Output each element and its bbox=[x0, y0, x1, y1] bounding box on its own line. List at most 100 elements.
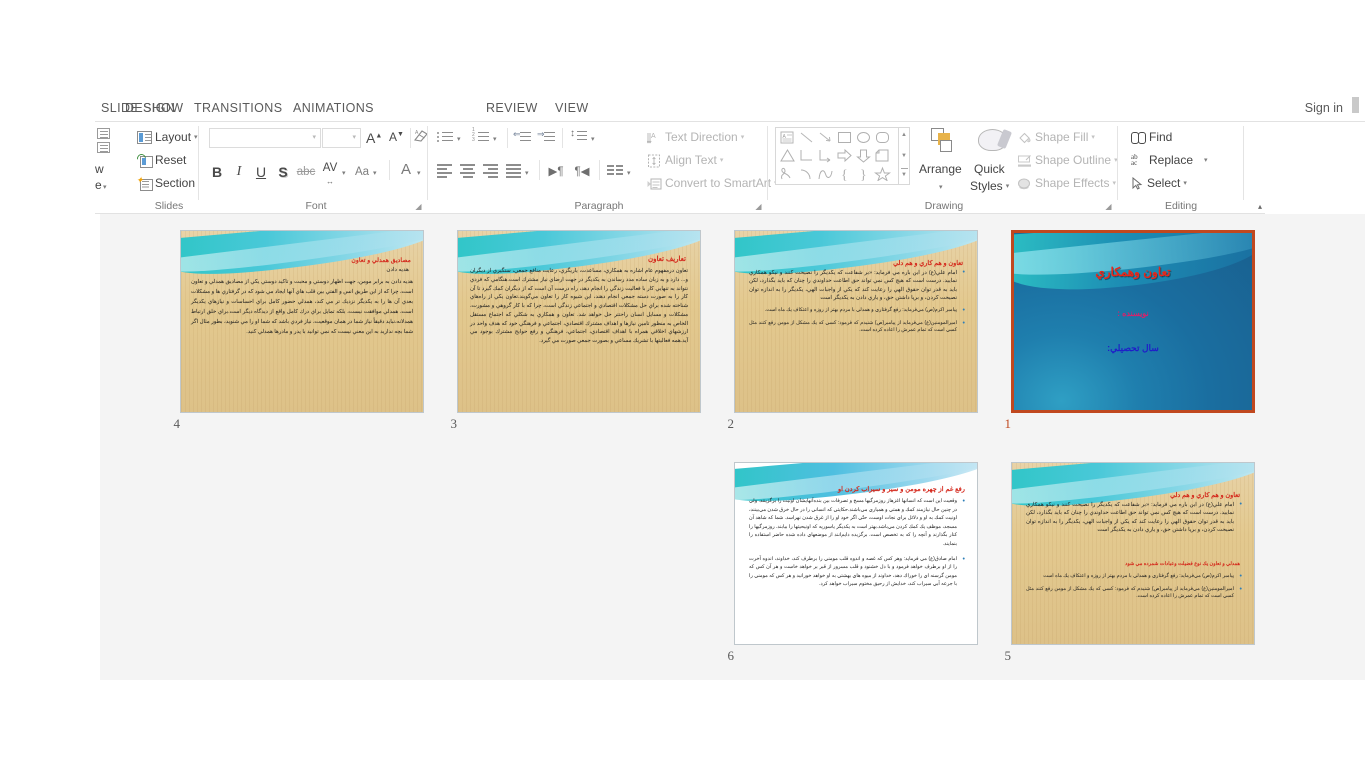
window-control-marker bbox=[1352, 97, 1359, 113]
justify-button[interactable] bbox=[506, 162, 522, 178]
elbow-connector-shape[interactable] bbox=[798, 148, 815, 163]
arc-shape[interactable] bbox=[798, 166, 815, 181]
arrange-button[interactable]: Arrange bbox=[919, 160, 962, 179]
slide-bullets-2: امام علي(ع) در اين باره مي فرمايد: «بر ش… bbox=[749, 268, 965, 338]
italic-button[interactable]: I bbox=[231, 162, 247, 182]
text-shadow-button[interactable]: S bbox=[275, 162, 291, 182]
font-size-combo[interactable]: ▾ bbox=[322, 128, 361, 148]
ltr-direction-button[interactable]: ▶¶ bbox=[545, 162, 567, 182]
shape-outline-button[interactable]: Shape Outline ▾ bbox=[1017, 151, 1118, 170]
align-right-button[interactable] bbox=[483, 162, 499, 178]
strikethrough-button[interactable]: abc bbox=[295, 162, 317, 182]
chevron-down-icon: ▾ bbox=[1091, 134, 1095, 141]
increase-indent-button[interactable]: ⇒ bbox=[537, 130, 555, 144]
slide-canvas-1[interactable]: تعاون وهمكاري نويسنده : سال تحصيلي: bbox=[1011, 230, 1255, 413]
down-arrow-shape[interactable] bbox=[855, 148, 872, 163]
align-text-button[interactable]: Align Text ▾ bbox=[647, 151, 723, 170]
triangle-shape[interactable] bbox=[779, 148, 796, 163]
new-slide-label-clipped: w bbox=[95, 162, 104, 176]
underline-button[interactable]: U bbox=[253, 162, 269, 182]
scroll-down-icon[interactable]: ▼ bbox=[901, 153, 907, 159]
flowchart-document-shape[interactable] bbox=[874, 148, 891, 163]
shape-outline-label: Shape Outline bbox=[1035, 153, 1112, 167]
more-shapes-icon[interactable]: ▼ bbox=[901, 172, 907, 178]
slide-year-label-1: سال تحصيلي: bbox=[1107, 343, 1159, 353]
align-left-button[interactable] bbox=[437, 162, 453, 178]
chevron-down-icon: ▾ bbox=[373, 170, 377, 177]
tab-view[interactable]: VIEW bbox=[549, 96, 595, 122]
paragraph-dialog-launcher[interactable]: ◢ bbox=[754, 202, 763, 211]
text-direction-label: Text Direction bbox=[665, 130, 738, 144]
oval-shape[interactable] bbox=[855, 130, 872, 145]
tab-animations[interactable]: ANIMATIONS bbox=[287, 96, 380, 122]
shape-fill-button[interactable]: Shape Fill ▾ bbox=[1017, 128, 1095, 147]
tab-slide-show[interactable]: SLIDE SHOW bbox=[95, 96, 190, 122]
find-button[interactable]: Find bbox=[1131, 128, 1172, 147]
sign-in-button[interactable]: Sign in bbox=[1305, 96, 1343, 122]
font-name-combo[interactable]: ▾ bbox=[209, 128, 321, 148]
convert-to-smartart-button[interactable]: Convert to SmartArt ▾ bbox=[647, 174, 778, 193]
columns-button[interactable] bbox=[607, 164, 623, 178]
paragraph-group-label: Paragraph bbox=[574, 200, 624, 212]
clipboard-group-clipped[interactable]: w e ▾ bbox=[95, 122, 113, 214]
drawing-dialog-launcher[interactable]: ◢ bbox=[1104, 202, 1113, 211]
curve-shape[interactable] bbox=[817, 166, 834, 181]
font-color-button[interactable]: A bbox=[397, 160, 415, 180]
reset-button[interactable]: Reset bbox=[135, 151, 187, 170]
shapes-gallery-scrollbar[interactable]: ▲ ▼ ▼ bbox=[898, 128, 909, 184]
elbow-arrow-connector-shape[interactable] bbox=[817, 148, 834, 163]
numbering-button[interactable]: 123 bbox=[472, 128, 489, 144]
text-box-shape[interactable]: A bbox=[779, 130, 796, 145]
slide-canvas-4[interactable]: مصاديق همدلي و تعاون هديه دادن هديه دادن… bbox=[180, 230, 424, 413]
reset-label: Reset bbox=[155, 153, 187, 167]
ribbon-group-font: ▾ ▾ A▲ A▼ A B I U S abc AV ↔ ▾ Aa ▾ A ▾ … bbox=[203, 122, 429, 214]
bold-button[interactable]: B bbox=[209, 162, 225, 182]
slide-canvas-3[interactable]: تعاريف تعاون تعاون درمفهوم عام اشاره به … bbox=[457, 230, 701, 413]
list-item: وقعيت اين است كه انسانها اغزهاز روزمرگيه… bbox=[749, 496, 965, 549]
smartart-icon bbox=[647, 177, 662, 191]
chevron-down-icon: ▾ bbox=[1005, 183, 1010, 190]
rounded-rectangle-shape[interactable] bbox=[874, 130, 891, 145]
slide-canvas-5[interactable]: تعاون و هم كاري و هم دلي امام علي(ع) در … bbox=[1011, 462, 1255, 645]
font-dialog-launcher[interactable]: ◢ bbox=[414, 202, 423, 211]
align-center-button[interactable] bbox=[460, 162, 476, 178]
scroll-up-icon[interactable]: ▲ bbox=[901, 132, 907, 138]
slide-canvas-6[interactable]: رفع غم از چهره مومن و سير و سيراب كردن ا… bbox=[734, 462, 978, 645]
chevron-down-icon: ▾ bbox=[591, 136, 595, 143]
layout-button[interactable]: Layout ▾ bbox=[137, 128, 198, 147]
shape-effects-button[interactable]: Shape Effects ▾ bbox=[1017, 174, 1116, 193]
align-text-label: Align Text bbox=[665, 153, 717, 167]
select-button[interactable]: Select ▾ bbox=[1131, 174, 1187, 193]
slide-canvas-2[interactable]: تعاون و هم كاري و هم دلي امام علي(ع) در … bbox=[734, 230, 978, 413]
bullets-button[interactable] bbox=[437, 130, 453, 144]
section-button[interactable]: ✦ Section bbox=[136, 174, 195, 193]
list-item: اميرالمومنين(ع) مي‌فرمايد از پيامبر(ص) ش… bbox=[749, 319, 965, 335]
change-case-button[interactable]: Aa bbox=[352, 162, 372, 182]
quick-styles-button-line2[interactable]: Styles ▾ bbox=[970, 177, 1009, 196]
slide-bullets-5-second: پيامبر اكرم(ص) مي‌فرمايد: رفع گرفتاري و … bbox=[1026, 572, 1242, 604]
line-spacing-button[interactable]: ↕ bbox=[570, 128, 587, 144]
right-arrow-shape[interactable] bbox=[836, 148, 853, 163]
tab-review[interactable]: REVIEW bbox=[480, 96, 544, 122]
increase-font-size-button[interactable]: A▲ bbox=[366, 130, 382, 146]
text-direction-button[interactable]: A Text Direction ▾ bbox=[646, 128, 744, 147]
arrow-line-shape[interactable] bbox=[817, 130, 834, 145]
character-spacing-button[interactable]: AV ↔ bbox=[319, 158, 341, 186]
shapes-gallery[interactable]: A {} ▲ ▼ ▼ bbox=[775, 127, 910, 185]
tab-transitions[interactable]: TRANSITIONS bbox=[188, 96, 288, 122]
line-shape[interactable] bbox=[798, 130, 815, 145]
rtl-direction-button[interactable]: ¶◀ bbox=[571, 162, 593, 182]
chevron-down-icon: ▾ bbox=[939, 184, 943, 191]
replace-button[interactable]: ab ac Replace ▾ bbox=[1131, 151, 1208, 170]
ribbon-tab-bar: DESIGN TRANSITIONS ANIMATIONS SLIDE SHOW… bbox=[95, 96, 1365, 122]
scribble-shape[interactable] bbox=[779, 166, 796, 181]
chevron-down-icon: ▾ bbox=[493, 136, 497, 143]
right-brace-shape[interactable]: } bbox=[855, 166, 872, 183]
left-brace-shape[interactable]: { bbox=[836, 166, 853, 183]
decrease-font-size-button[interactable]: A▼ bbox=[389, 130, 404, 144]
decrease-indent-button[interactable]: ⇐ bbox=[513, 130, 531, 144]
star-shape[interactable] bbox=[873, 166, 892, 182]
slide-sorter-pane[interactable]: مصاديق همدلي و تعاون هديه دادن هديه دادن… bbox=[0, 214, 1365, 779]
collapse-ribbon-button[interactable]: ▴ bbox=[1258, 202, 1262, 211]
rectangle-shape[interactable] bbox=[836, 130, 853, 145]
